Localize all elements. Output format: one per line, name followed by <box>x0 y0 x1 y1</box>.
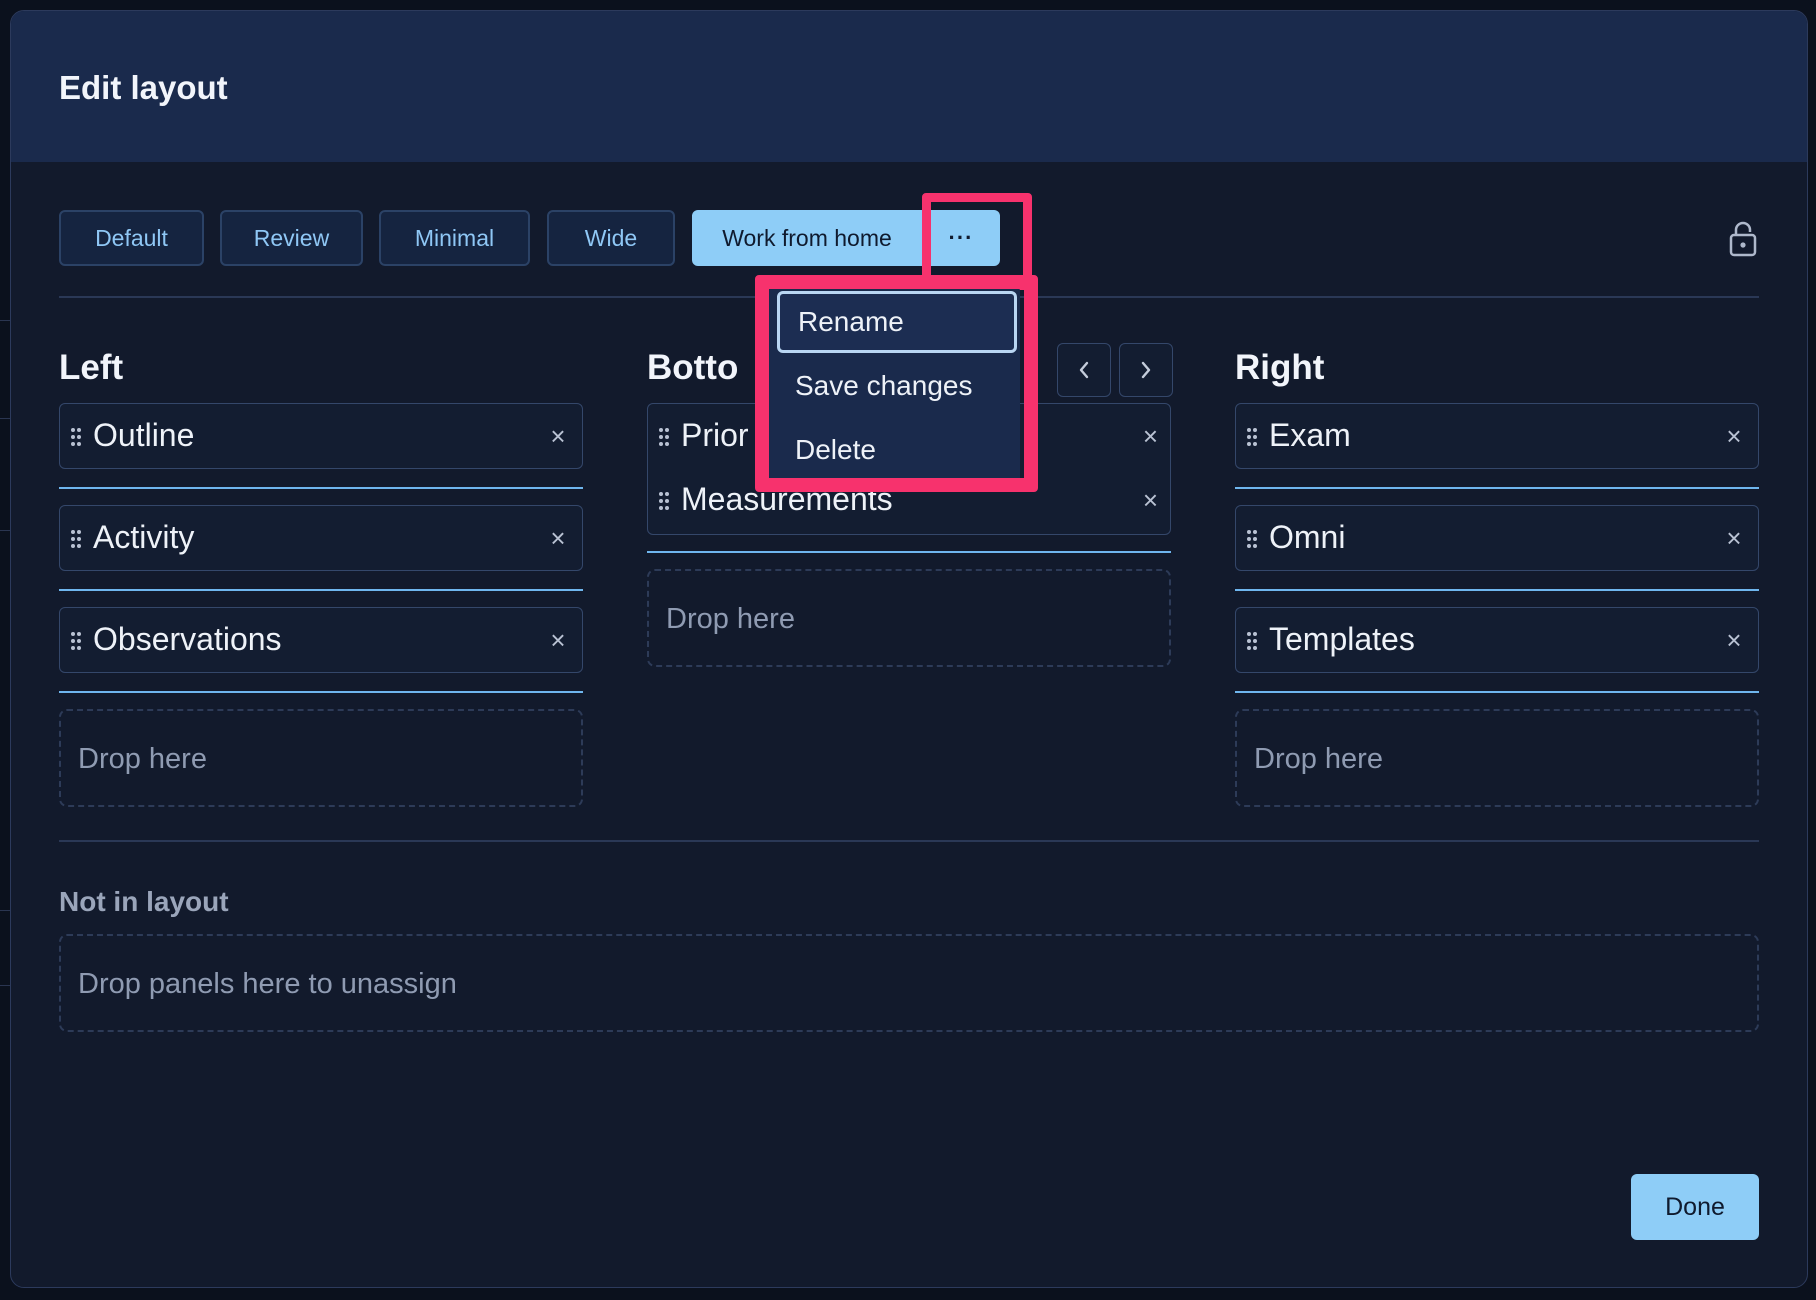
column-title-right: Right <box>1235 348 1325 387</box>
drop-indicator <box>59 589 583 591</box>
preset-tab-minimal[interactable]: Minimal <box>379 210 530 266</box>
drag-handle-icon[interactable] <box>657 490 671 512</box>
close-icon[interactable]: × <box>1722 627 1746 653</box>
lock-icon[interactable] <box>1727 221 1759 257</box>
panel-item-templates[interactable]: Templates × <box>1235 607 1759 673</box>
drag-handle-icon[interactable] <box>69 528 83 550</box>
preset-tab-default[interactable]: Default <box>59 210 204 266</box>
panel-item-activity[interactable]: Activity × <box>59 505 583 571</box>
column-title-left: Left <box>59 348 124 387</box>
preset-tab-wide[interactable]: Wide <box>547 210 675 266</box>
not-in-layout-title: Not in layout <box>59 886 229 917</box>
unassign-drop-zone[interactable]: Drop panels here to unassign <box>59 934 1759 1032</box>
drop-zone-label: Drop here <box>78 743 207 775</box>
drop-indicator <box>1235 589 1759 591</box>
close-icon[interactable]: × <box>1143 423 1158 449</box>
panel-item-omni[interactable]: Omni × <box>1235 505 1759 571</box>
modal-title: Edit layout <box>59 69 228 106</box>
chevron-left-icon <box>1079 361 1089 379</box>
dropdown-highlight <box>755 275 1038 492</box>
close-icon[interactable]: × <box>1722 525 1746 551</box>
panel-item-outline[interactable]: Outline × <box>59 403 583 469</box>
drop-zone-label: Drop here <box>1254 743 1383 775</box>
panel-item-label: Activity <box>93 519 195 555</box>
done-button[interactable]: Done <box>1631 1174 1759 1240</box>
panel-item-exam[interactable]: Exam × <box>1235 403 1759 469</box>
section-divider <box>59 840 1759 842</box>
close-icon[interactable]: × <box>546 525 570 551</box>
drop-indicator <box>1235 691 1759 693</box>
close-icon[interactable]: × <box>546 423 570 449</box>
preset-tab-work-from-home[interactable]: Work from home <box>692 210 922 266</box>
close-icon[interactable]: × <box>546 627 570 653</box>
drop-zone-bottom[interactable]: Drop here <box>647 569 1171 667</box>
edit-layout-modal: Edit layout Default Review Minimal Wide … <box>10 10 1808 1288</box>
drop-indicator <box>59 487 583 489</box>
drop-zone-right[interactable]: Drop here <box>1235 709 1759 807</box>
drag-handle-icon[interactable] <box>1245 630 1259 652</box>
close-icon[interactable]: × <box>1722 423 1746 449</box>
drag-handle-icon[interactable] <box>1245 426 1259 448</box>
panel-item-label: Omni <box>1269 519 1346 555</box>
drag-handle-icon[interactable] <box>69 426 83 448</box>
next-button[interactable] <box>1119 343 1173 397</box>
drop-zone-label: Drop here <box>666 603 795 635</box>
preset-tab-review[interactable]: Review <box>220 210 363 266</box>
drag-handle-icon[interactable] <box>69 630 83 652</box>
unassign-drop-label: Drop panels here to unassign <box>78 968 457 1000</box>
chevron-right-icon <box>1141 361 1151 379</box>
column-title-bottom: Botto <box>647 348 739 387</box>
drop-zone-left[interactable]: Drop here <box>59 709 583 807</box>
drag-handle-icon[interactable] <box>657 426 671 448</box>
panel-item-label: Templates <box>1269 621 1415 657</box>
close-icon[interactable]: × <box>1143 487 1158 513</box>
panel-item-observations[interactable]: Observations × <box>59 607 583 673</box>
panel-item-label: Exam <box>1269 417 1351 453</box>
drag-handle-icon[interactable] <box>1245 528 1259 550</box>
drop-indicator <box>647 551 1171 553</box>
panel-item-label: Observations <box>93 621 282 657</box>
drop-indicator <box>1235 487 1759 489</box>
modal-header: Edit layout <box>11 11 1807 162</box>
panel-item-label: Prior <box>681 417 749 453</box>
drop-indicator <box>59 691 583 693</box>
panel-item-label: Outline <box>93 417 195 453</box>
prev-button[interactable] <box>1057 343 1111 397</box>
